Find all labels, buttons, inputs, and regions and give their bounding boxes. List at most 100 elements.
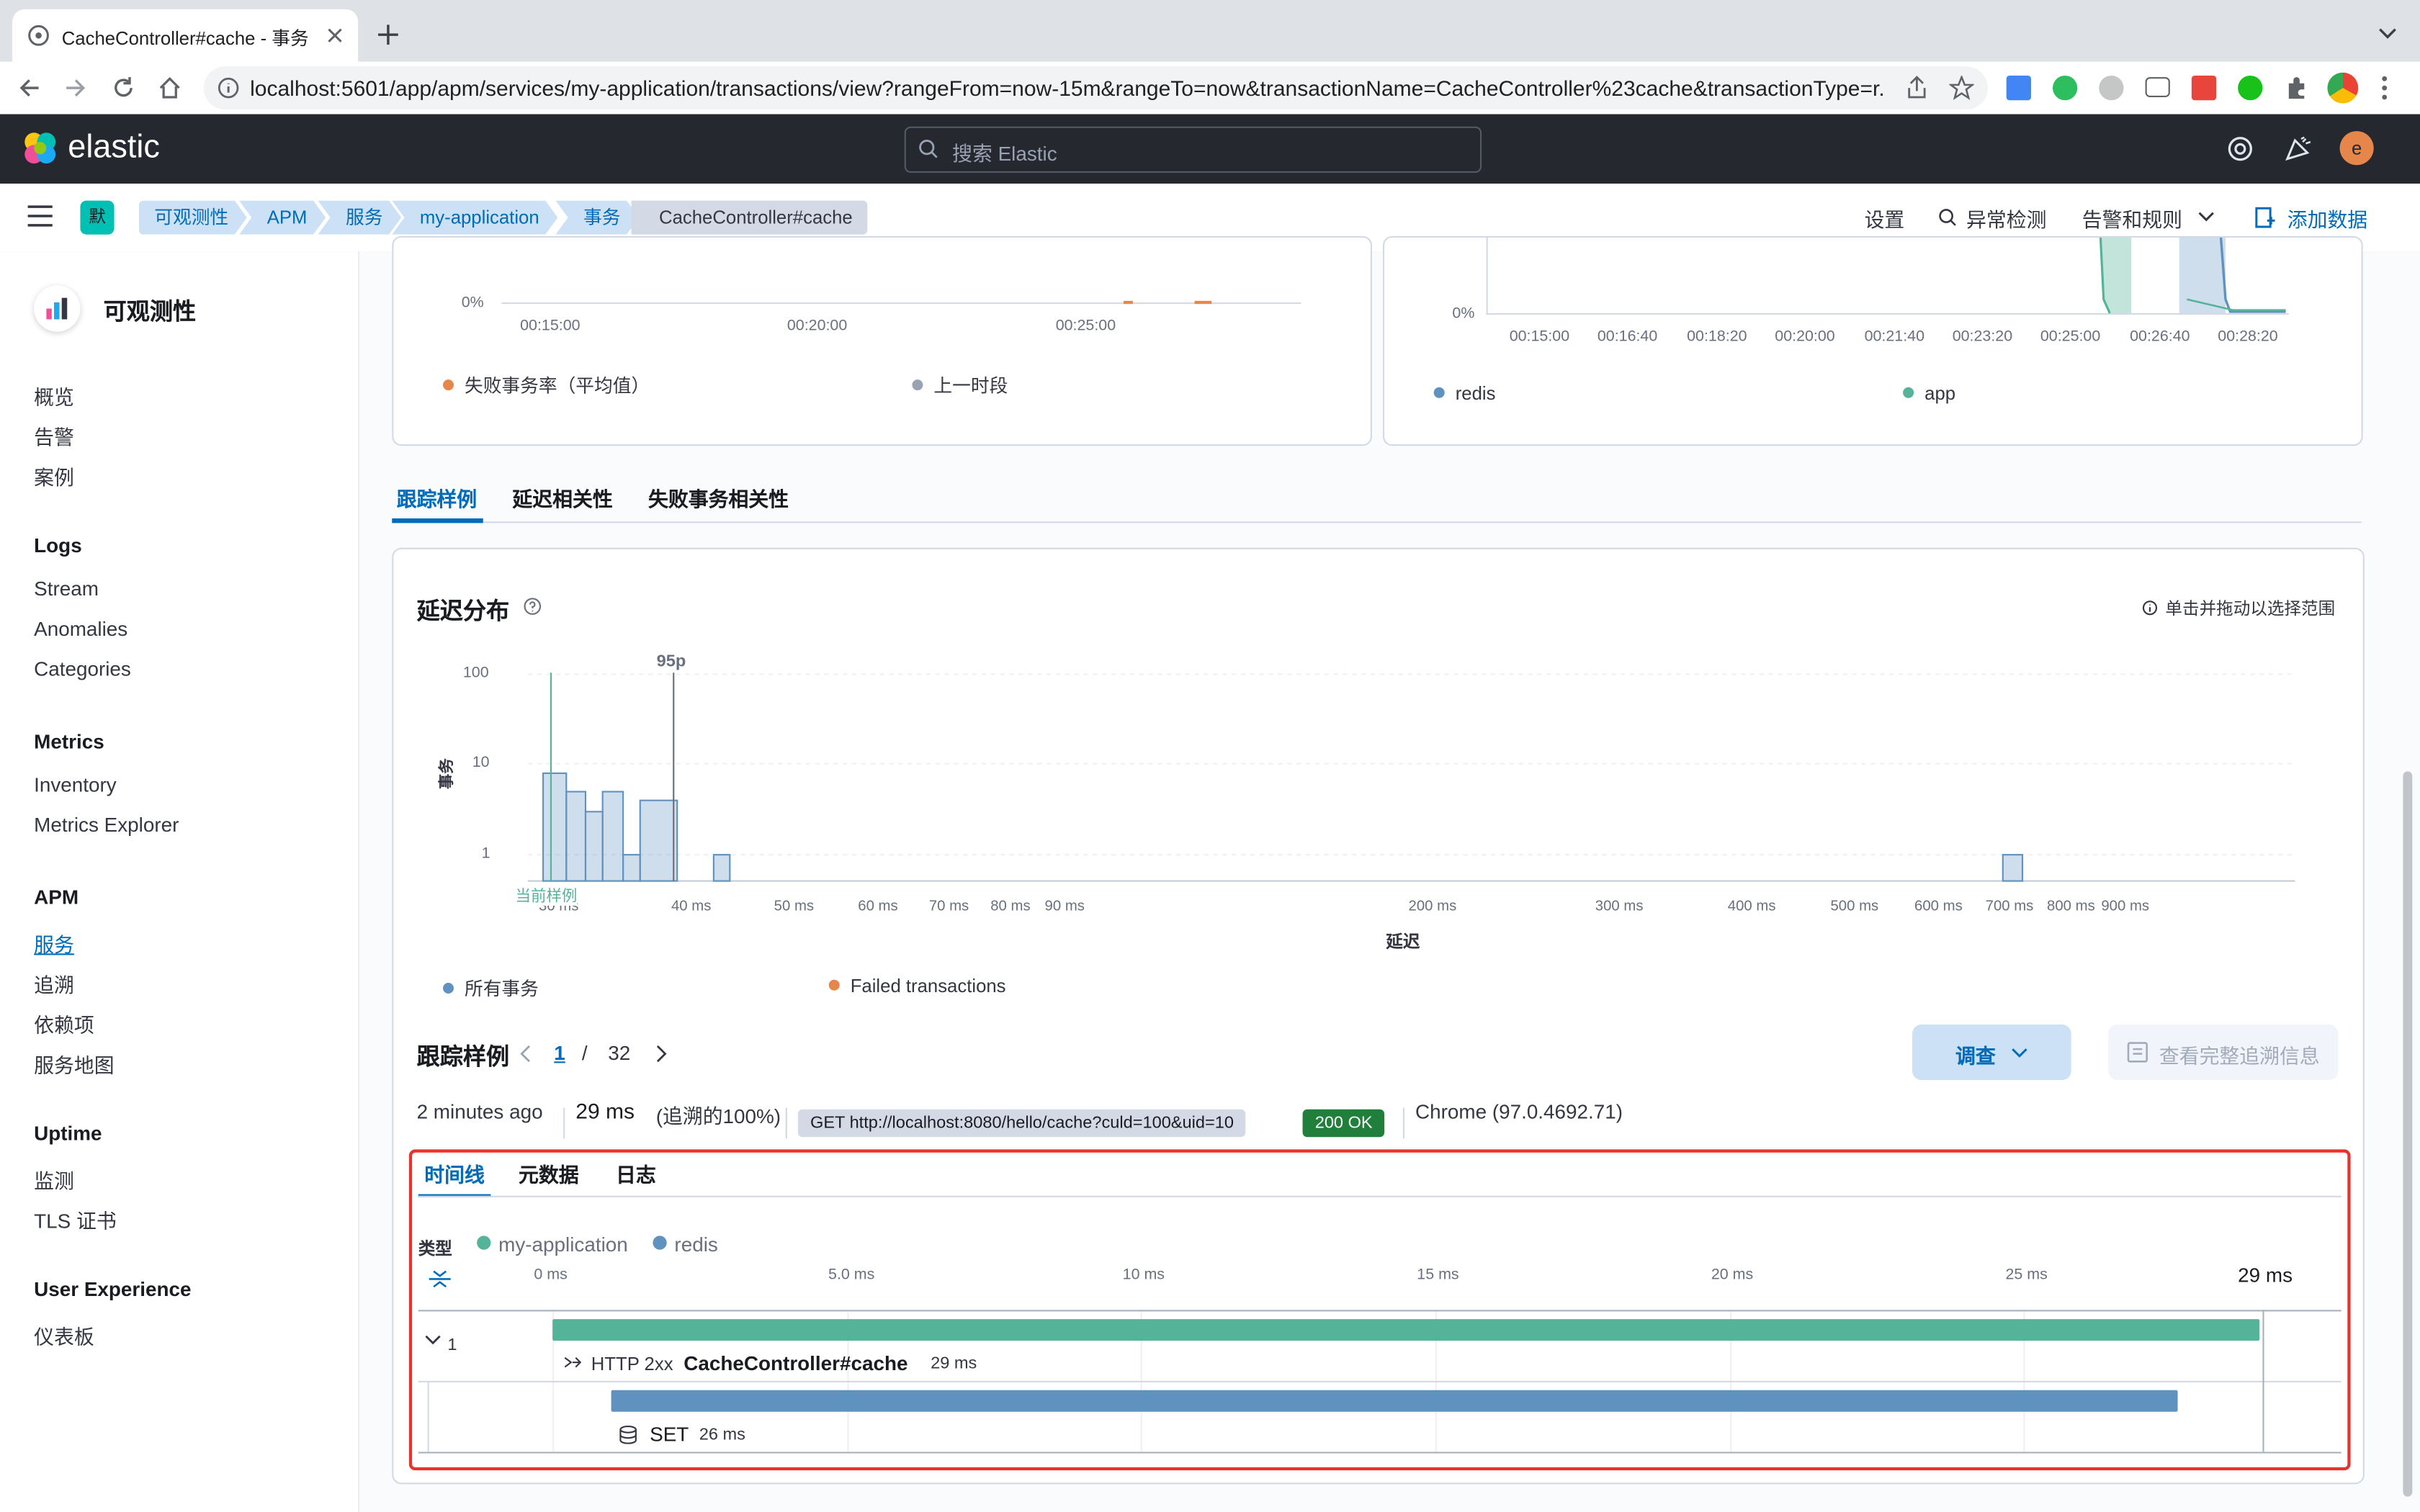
tab-logs[interactable]: 日志 — [616, 1158, 656, 1188]
legend-label: Failed transactions — [850, 975, 1006, 997]
legend-label: 失败事务率（平均值） — [465, 374, 650, 397]
bookmark-star-icon[interactable] — [1949, 76, 1974, 101]
y-axis-label: 事务 — [439, 758, 457, 790]
view-full-trace-button[interactable]: 查看完整追溯信息 — [2108, 1024, 2339, 1080]
tab-close-icon[interactable] — [327, 28, 342, 43]
series-segment — [1194, 300, 1212, 305]
legend-item-redis[interactable]: redis — [1433, 382, 1495, 404]
breadcrumb-services[interactable]: 服务 — [318, 201, 401, 235]
alerts-rules-menu[interactable]: 告警和规则 — [2082, 204, 2182, 233]
menu-hamburger-icon[interactable] — [27, 205, 53, 227]
breadcrumb-my-application[interactable]: my-application — [392, 201, 557, 235]
site-info-icon[interactable] — [218, 77, 239, 99]
sidebar-item-categories[interactable]: Categories — [34, 657, 131, 680]
sample-duration-percent: (追溯的100%) — [655, 1104, 781, 1128]
browser-tab[interactable]: CacheController#cache - 事务 — [12, 9, 359, 62]
waterfall-row-transaction[interactable]: 1 HTTP 2xx CacheController#cache 29 ms — [418, 1311, 2341, 1382]
x-tick-label: 300 ms — [1595, 898, 1644, 914]
waterfall-row-span[interactable]: SET 26 ms — [418, 1382, 2341, 1454]
legend-item-all-transactions[interactable]: 所有事务 — [443, 975, 539, 1001]
sidebar-item-traces[interactable]: 追溯 — [34, 969, 74, 999]
new-tab-icon[interactable] — [378, 24, 398, 45]
x-tick-label: 700 ms — [1986, 898, 2034, 914]
x-tick-label: 200 ms — [1409, 898, 1457, 914]
tab-failed-transaction-correlations[interactable]: 失败事务相关性 — [648, 483, 789, 513]
sidebar-item-metrics-explorer[interactable]: Metrics Explorer — [34, 813, 179, 836]
elastic-logo-icon[interactable] — [22, 130, 58, 166]
space-avatar[interactable]: 默 — [80, 200, 115, 235]
legend-item-failed-transactions[interactable]: Failed transactions — [828, 975, 1006, 997]
page-scrollbar[interactable] — [2403, 771, 2413, 1497]
sidebar-item-tls-certificates[interactable]: TLS 证书 — [34, 1205, 117, 1235]
tab-latency-correlations[interactable]: 延迟相关性 — [512, 483, 612, 513]
transaction-name[interactable]: CacheController#cache — [684, 1351, 908, 1374]
sidebar-item-cases[interactable]: 案例 — [34, 462, 74, 491]
news-feed-icon[interactable] — [2284, 136, 2312, 162]
span-name[interactable]: SET — [650, 1423, 689, 1446]
legend-service-my-application[interactable]: my-application — [477, 1233, 628, 1256]
share-icon[interactable] — [1906, 76, 1927, 100]
address-bar[interactable]: localhost:5601/app/apm/services/my-appli… — [203, 66, 1988, 110]
help-lifebuoy-icon[interactable] — [2227, 136, 2253, 162]
tab-trace-samples[interactable]: 跟踪样例 — [397, 483, 477, 513]
screenshot-extension-icon[interactable] — [2145, 77, 2170, 97]
forward-icon[interactable] — [65, 77, 86, 99]
tab-timeline[interactable]: 时间线 — [424, 1158, 485, 1188]
transaction-span-bar[interactable] — [552, 1319, 2260, 1341]
sidebar-item-service-map[interactable]: 服务地图 — [34, 1049, 114, 1079]
sidebar-item-inventory[interactable]: Inventory — [34, 773, 117, 796]
breadcrumb-apm[interactable]: APM — [239, 201, 326, 235]
histogram-bar — [542, 772, 568, 882]
legend-dot — [653, 1236, 667, 1250]
profile-chrome-icon[interactable] — [2327, 72, 2359, 104]
extension-gray-icon[interactable] — [2099, 76, 2124, 101]
legend-item-app[interactable]: app — [1903, 382, 1955, 404]
translate-extension-icon[interactable] — [2006, 76, 2031, 101]
help-question-icon[interactable] — [523, 597, 542, 616]
sidebar-item-overview[interactable]: 概览 — [34, 381, 74, 410]
home-icon[interactable] — [158, 76, 182, 100]
redis-span-bar[interactable] — [611, 1390, 2177, 1412]
pager-prev-icon[interactable] — [520, 1045, 532, 1063]
tab-metadata[interactable]: 元数据 — [519, 1158, 579, 1188]
back-icon[interactable] — [19, 77, 40, 99]
chevron-down-icon[interactable] — [424, 1335, 442, 1346]
sidebar-item-dashboard[interactable]: 仪表板 — [34, 1320, 94, 1350]
investigate-button[interactable]: 调查 — [1912, 1024, 2071, 1080]
reload-icon[interactable] — [111, 76, 135, 100]
extensions-puzzle-icon[interactable] — [2284, 76, 2308, 100]
sidebar-item-dependencies[interactable]: 依赖项 — [34, 1009, 94, 1038]
settings-link[interactable]: 设置 — [1865, 204, 1905, 233]
x-tick: 00:15:00 — [520, 318, 581, 335]
legend-item-previous-period[interactable]: 上一时段 — [912, 372, 1008, 397]
pager-current-page[interactable]: 1 — [554, 1041, 565, 1064]
sample-duration: 29 ms — [575, 1098, 635, 1123]
pager-next-icon[interactable] — [655, 1045, 667, 1063]
x-tick-label: 90 ms — [1045, 898, 1085, 914]
breadcrumb-transactions[interactable]: 事务 — [555, 201, 639, 235]
tab-search-chevron-icon[interactable] — [2378, 28, 2397, 40]
anomaly-detection-link[interactable]: 异常检测 — [1966, 204, 2046, 233]
fe-extension-icon[interactable] — [2191, 76, 2217, 101]
green-extension-icon[interactable] — [2238, 76, 2263, 101]
sidebar-item-alerts[interactable]: 告警 — [34, 421, 74, 451]
user-avatar[interactable]: e — [2339, 131, 2374, 166]
elastic-logo-text[interactable]: elastic — [68, 130, 160, 166]
chevron-down-icon[interactable] — [2197, 212, 2215, 222]
legend-label: app — [1924, 382, 1956, 405]
sidebar-item-services[interactable]: 服务 — [34, 929, 74, 958]
add-data-link[interactable]: 添加数据 — [2287, 204, 2367, 233]
latency-distribution-chart[interactable]: 30 ms 40 ms 50 ms 60 ms 70 ms 80 ms 90 ms 200 m… — [393, 642, 2362, 950]
pager-total-pages[interactable]: 32 — [608, 1041, 630, 1064]
sidebar-item-monitors[interactable]: 监测 — [34, 1165, 74, 1194]
evernote-extension-icon[interactable] — [2053, 76, 2078, 101]
sidebar-item-stream[interactable]: Stream — [34, 577, 99, 600]
breadcrumb-observability[interactable]: 可观测性 — [139, 201, 247, 235]
global-search-input[interactable]: 搜索 Elastic — [904, 126, 1482, 173]
browser-menu-icon[interactable] — [2381, 76, 2388, 100]
legend-service-redis[interactable]: redis — [653, 1233, 718, 1256]
sidebar-item-anomalies[interactable]: Anomalies — [34, 617, 127, 640]
status-badge: 200 OK — [1302, 1109, 1385, 1138]
legend-item-failed-rate[interactable]: 失败事务率（平均值） — [443, 372, 650, 397]
x-tick: 00:16:40 — [1597, 328, 1658, 346]
